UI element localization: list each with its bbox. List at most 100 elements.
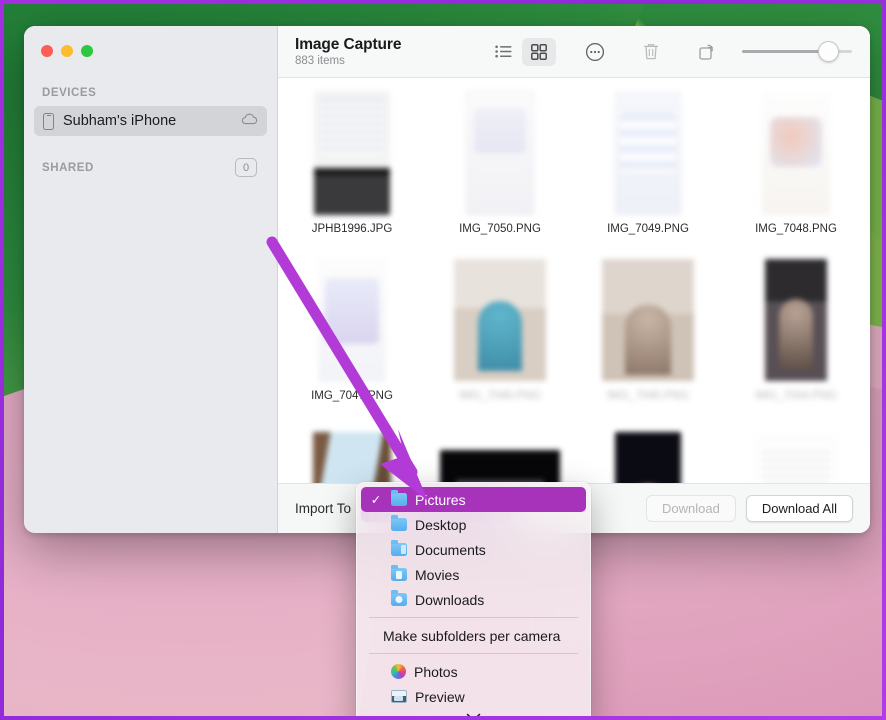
thumbnail-container	[454, 256, 546, 384]
thumbnail-size-slider[interactable]	[742, 39, 852, 65]
sidebar-section-shared-row: SHARED 0	[24, 158, 277, 177]
thumbnail-filename: IMG_7047.PNG	[311, 390, 393, 402]
screenshot-purple-frame: DEVICES Subham's iPhone SHARED 0 Image C…	[0, 0, 886, 720]
menu-separator-one	[369, 617, 578, 618]
thumbnail-image	[318, 258, 386, 382]
grid-item[interactable]: JPHB1996.JPG	[278, 89, 426, 256]
cloud-icon	[241, 113, 258, 129]
thumbnail-container	[765, 256, 827, 384]
grid-item[interactable]: IMG_7042.PNG	[426, 423, 574, 483]
grid-item[interactable]: IMG_7045.PNG	[574, 256, 722, 423]
menu-item-documents[interactable]: ✓ Documents	[361, 537, 586, 562]
thumbnail-image	[313, 432, 391, 483]
grid-item[interactable]: IMG_7040.PNG	[722, 423, 870, 483]
checkmark-placeholder: ✓	[369, 542, 383, 557]
sidebar-section-shared: SHARED	[42, 161, 94, 174]
thumbnail-container	[753, 423, 839, 483]
checkmark-placeholder: ✓	[369, 689, 383, 704]
download-all-button[interactable]: Download All	[745, 495, 853, 522]
thumbnail-image	[314, 91, 390, 215]
thumbnail-filename: IMG_7046.PNG	[459, 390, 541, 402]
menu-item-label: Pictures	[415, 491, 466, 508]
folder-icon	[391, 490, 407, 506]
thumbnail-filename: JPHB1996.JPG	[311, 223, 393, 235]
sidebar-section-devices: DEVICES	[42, 87, 97, 99]
image-capture-window: DEVICES Subham's iPhone SHARED 0 Image C…	[24, 26, 870, 533]
menu-item-pictures[interactable]: ✓ Pictures	[361, 487, 586, 512]
view-mode-group	[486, 37, 556, 66]
rotate-icon-button[interactable]	[690, 38, 724, 66]
grid-item[interactable]: IMG_7047.PNG	[278, 256, 426, 423]
menu-item-label: Documents	[415, 541, 486, 558]
import-destination-menu[interactable]: ✓ Pictures ✓ Desktop ✓ Documents ✓ Movie…	[356, 482, 591, 716]
thumbnail-image	[762, 91, 830, 215]
thumbnail-container	[318, 256, 386, 384]
thumbnail-container	[602, 256, 694, 384]
thumbnail-image	[614, 91, 682, 215]
more-options-button[interactable]	[578, 38, 612, 66]
checkmark-placeholder: ✓	[369, 517, 383, 532]
menu-item-label: Preview	[415, 688, 465, 705]
thumbnail-image	[466, 91, 534, 215]
grid-item[interactable]: IMG_7043.JPG	[278, 423, 426, 483]
menu-item-label: Movies	[415, 566, 460, 583]
thumbnail-container	[314, 89, 390, 217]
close-button[interactable]	[41, 45, 53, 57]
thumbnail-filename: IMG_7044.PNG	[755, 390, 837, 402]
thumbnail-container	[466, 89, 534, 217]
minimize-button[interactable]	[61, 45, 73, 57]
thumbnail-container	[440, 423, 560, 483]
menu-item-preview[interactable]: ✓ Preview	[361, 684, 586, 709]
menu-item-movies[interactable]: ✓ Movies	[361, 562, 586, 587]
grid-item[interactable]: IMG_7048.PNG	[722, 89, 870, 256]
zoom-button[interactable]	[81, 45, 93, 57]
menu-scroll-down-indicator[interactable]	[357, 709, 590, 716]
thumbnail-container	[313, 423, 391, 483]
trash-button[interactable]	[634, 38, 668, 66]
grid-item[interactable]: IMG_7046.PNG	[426, 256, 574, 423]
thumbnail-container	[615, 423, 681, 483]
thumbnail-filename: IMG_7050.PNG	[459, 223, 541, 235]
slider-knob[interactable]	[818, 41, 839, 62]
checkmark-placeholder: ✓	[369, 567, 383, 582]
thumbnail-image	[765, 259, 827, 381]
item-count: 883 items	[295, 55, 345, 67]
menu-item-photos[interactable]: ✓ Photos	[361, 659, 586, 684]
grid-item[interactable]: IMG_7041.PNG	[574, 423, 722, 483]
sidebar-item-label: Subham's iPhone	[63, 113, 177, 129]
shared-count-badge: 0	[235, 158, 257, 177]
main-pane: Image Capture 883 items JPHB1996.JPG IMG…	[278, 26, 870, 533]
preview-app-icon	[391, 690, 407, 703]
thumbnail-grid[interactable]: JPHB1996.JPG IMG_7050.PNG IMG_7049.PNG I…	[278, 78, 870, 483]
thumbnail-image	[440, 450, 560, 483]
photos-app-icon	[391, 664, 406, 679]
macos-desktop: DEVICES Subham's iPhone SHARED 0 Image C…	[4, 4, 882, 716]
menu-item-downloads[interactable]: ✓ Downloads	[361, 587, 586, 612]
grid-view-button[interactable]	[522, 37, 556, 66]
toolbar: Image Capture 883 items	[278, 26, 870, 78]
thumbnail-filename: IMG_7049.PNG	[607, 223, 689, 235]
sidebar-item-subhams-iphone[interactable]: Subham's iPhone	[34, 106, 267, 136]
window-controls	[24, 38, 277, 57]
menu-separator-two	[369, 653, 578, 654]
checkmark-placeholder: ✓	[369, 664, 383, 679]
grid-item[interactable]: IMG_7044.PNG	[722, 256, 870, 423]
list-view-button[interactable]	[486, 38, 520, 66]
thumbnail-image	[615, 432, 681, 483]
menu-item-make-subfolders[interactable]: Make subfolders per camera	[361, 623, 586, 648]
folder-icon	[391, 515, 407, 531]
menu-item-desktop[interactable]: ✓ Desktop	[361, 512, 586, 537]
grid-item[interactable]: IMG_7049.PNG	[574, 89, 722, 256]
download-button[interactable]: Download	[646, 495, 736, 522]
slider-track-filled	[742, 49, 828, 54]
thumbnail-image	[753, 433, 839, 483]
menu-item-label: Make subfolders per camera	[383, 627, 561, 644]
import-to-label: Import To	[295, 501, 352, 516]
toolbar-titles: Image Capture 883 items	[295, 36, 401, 67]
grid-item[interactable]: IMG_7050.PNG	[426, 89, 574, 256]
folder-movies-icon	[391, 565, 407, 581]
thumbnail-image	[602, 259, 694, 381]
thumbnail-container	[762, 89, 830, 217]
folder-downloads-icon	[391, 590, 407, 606]
checkmark-placeholder: ✓	[369, 592, 383, 607]
